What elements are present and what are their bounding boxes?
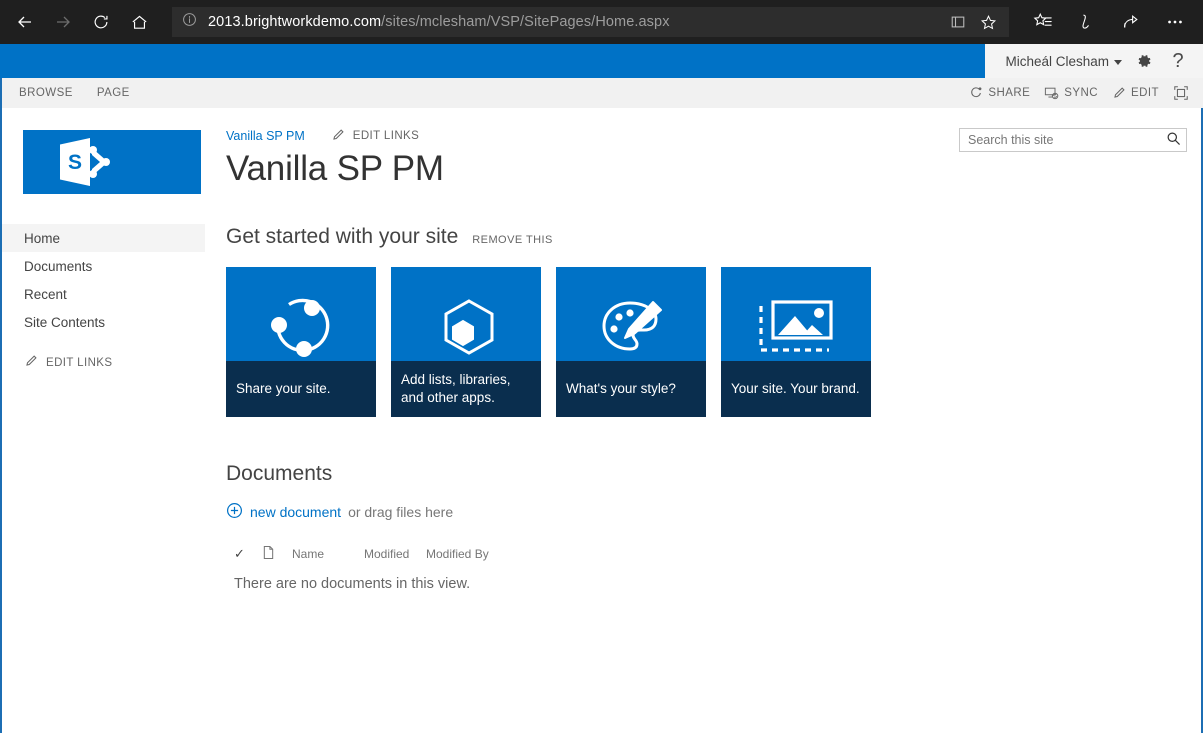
tile-caption: What's your style? [556, 361, 706, 417]
sharepoint-logo[interactable]: S [23, 130, 201, 194]
address-bar-text: 2013.brightworkdemo.com/sites/mclesham/V… [208, 14, 943, 30]
search-input[interactable] [960, 129, 1160, 151]
address-bar[interactable]: 2013.brightworkdemo.com/sites/mclesham/V… [172, 7, 1009, 37]
documents-empty-message: There are no documents in this view. [226, 576, 1201, 592]
edit-label: EDIT [1131, 87, 1159, 99]
sidebar-item-label: Documents [24, 259, 92, 274]
url-path: /sites/mclesham/VSP/SitePages/Home.aspx [381, 14, 669, 30]
reading-view-icon[interactable] [943, 14, 973, 30]
back-arrow-icon[interactable] [6, 3, 44, 41]
focus-on-content-icon [1173, 85, 1189, 101]
column-header-modified-by[interactable]: Modified By [426, 547, 506, 561]
sidebar-item-documents[interactable]: Documents [2, 252, 205, 280]
sidebar-item-label: Recent [24, 287, 67, 302]
sidebar-edit-links-button[interactable]: EDIT LINKS [2, 354, 205, 371]
suite-bar-actions: Micheál Clesham ? [985, 44, 1203, 78]
documents-webpart-title: Documents [226, 462, 1201, 486]
sidebar-item-label: Home [24, 231, 60, 246]
edit-button[interactable]: EDIT [1112, 86, 1159, 100]
ribbon-tabs: BROWSE PAGE [2, 87, 130, 99]
ribbon-bar: BROWSE PAGE SHARE SYNC [0, 78, 1203, 108]
tab-page[interactable]: PAGE [97, 87, 130, 99]
new-document-link[interactable]: new document [250, 504, 341, 520]
chevron-down-icon [1114, 60, 1122, 65]
plus-circle-icon[interactable] [226, 502, 243, 522]
sync-icon [1044, 86, 1059, 100]
sidebar: S Home Documents Recent Site Contents [2, 108, 205, 733]
browser-toolbar: 2013.brightworkdemo.com/sites/mclesham/V… [0, 0, 1203, 44]
search-button[interactable] [1160, 129, 1186, 151]
share-label: SHARE [988, 87, 1030, 99]
url-host: 2013.brightworkdemo.com [208, 14, 381, 30]
tile-caption: Add lists, libraries, and other apps. [391, 361, 541, 417]
sidebar-item-home[interactable]: Home [2, 224, 205, 252]
focus-on-content-button[interactable] [1173, 85, 1189, 101]
user-menu[interactable]: Micheál Clesham [1001, 54, 1126, 69]
page-title: Vanilla SP PM [226, 149, 1201, 189]
tile-add-lists-libraries-apps[interactable]: Add lists, libraries, and other apps. [391, 267, 541, 417]
tile-share-your-site[interactable]: Share your site. [226, 267, 376, 417]
star-icon[interactable] [973, 14, 1003, 31]
refresh-icon[interactable] [82, 3, 120, 41]
get-started-heading: Get started with your site [226, 225, 458, 249]
site-info-icon[interactable] [182, 12, 197, 32]
more-ellipsis-icon[interactable] [1153, 3, 1197, 41]
drag-files-hint: or drag files here [348, 504, 453, 520]
favorites-hub-icon[interactable] [1021, 3, 1065, 41]
forward-arrow-icon[interactable] [44, 3, 82, 41]
help-icon[interactable]: ? [1162, 44, 1194, 78]
home-icon[interactable] [120, 3, 158, 41]
sidebar-item-site-contents[interactable]: Site Contents [2, 308, 205, 336]
pencil-icon [331, 128, 345, 145]
share-button[interactable]: SHARE [969, 86, 1030, 100]
gear-icon[interactable] [1128, 44, 1160, 78]
documents-list: ✓ Name Modified Modified By There are no… [226, 544, 1201, 592]
remove-this-link[interactable]: REMOVE THIS [472, 234, 553, 246]
select-all-checkmark-icon[interactable]: ✓ [234, 546, 262, 562]
ribbon-commands: SHARE SYNC EDIT [969, 85, 1203, 101]
page-body: S Home Documents Recent Site Contents [0, 108, 1203, 733]
share-people-icon [969, 86, 983, 100]
search-box[interactable] [959, 128, 1187, 152]
documents-list-header: ✓ Name Modified Modified By [226, 544, 1201, 564]
tab-browse[interactable]: BROWSE [19, 87, 73, 99]
tile-caption: Share your site. [226, 361, 376, 417]
sidebar-edit-links-label: EDIT LINKS [46, 357, 112, 369]
sidebar-item-label: Site Contents [24, 315, 105, 330]
user-name: Micheál Clesham [1005, 54, 1109, 69]
suite-bar-spacer [0, 44, 985, 78]
main-content: Vanilla SP PM EDIT LINKS Vanilla SP PM G… [205, 108, 1201, 733]
get-started-tiles: Share your site. Add lists, libraries, a… [226, 267, 1201, 417]
svg-text:S: S [68, 151, 82, 174]
get-started-header: Get started with your site REMOVE THIS [226, 225, 1201, 249]
top-edit-links-label: EDIT LINKS [353, 130, 419, 142]
suite-bar: Micheál Clesham ? [0, 44, 1203, 78]
tile-caption: Your site. Your brand. [721, 361, 871, 417]
top-edit-links-button[interactable]: EDIT LINKS [331, 128, 419, 145]
column-header-name[interactable]: Name [292, 547, 364, 561]
tile-whats-your-style[interactable]: What's your style? [556, 267, 706, 417]
sync-label: SYNC [1064, 87, 1098, 99]
top-nav-link-vanilla-sp-pm[interactable]: Vanilla SP PM [226, 129, 305, 143]
new-document-row: new document or drag files here [226, 502, 1201, 522]
tile-your-site-your-brand[interactable]: Your site. Your brand. [721, 267, 871, 417]
magnifier-icon [1166, 131, 1181, 149]
web-note-pen-icon[interactable] [1065, 3, 1109, 41]
sync-button[interactable]: SYNC [1044, 86, 1098, 100]
document-icon [262, 545, 292, 563]
sidebar-item-recent[interactable]: Recent [2, 280, 205, 308]
pencil-icon [24, 354, 38, 371]
column-header-modified[interactable]: Modified [364, 547, 426, 561]
pencil-icon [1112, 86, 1126, 100]
share-icon[interactable] [1109, 3, 1153, 41]
quick-launch-nav: Home Documents Recent Site Contents EDIT… [2, 224, 205, 371]
